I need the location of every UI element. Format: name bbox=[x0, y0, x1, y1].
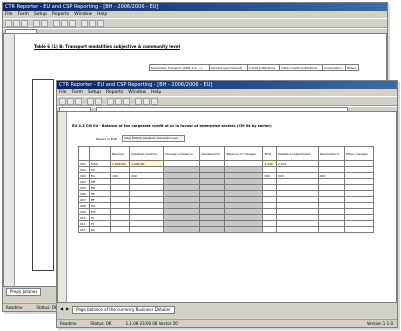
save-icon[interactable] bbox=[75, 97, 82, 105]
col-stat-adj: Statistical adjustment bbox=[275, 146, 319, 161]
col-total: Total bbox=[262, 146, 277, 161]
front-status-date: 1.1.08 23:00 08 Vector 20 bbox=[125, 321, 178, 326]
col-balance-changes: Balance of changes bbox=[224, 146, 264, 161]
copy-icon[interactable] bbox=[61, 19, 68, 27]
col-change: Change in balance bbox=[162, 146, 200, 161]
col-header-2: Carriers (permanent) bbox=[208, 64, 248, 71]
front-window[interactable]: CTR Reporter - EU and CSP Reporting - [B… bbox=[56, 80, 398, 328]
col-header-4: Other credit institutions bbox=[279, 64, 324, 71]
back-menubar: File Form Setup Reports Window Help bbox=[3, 11, 387, 18]
menu-window[interactable]: Window bbox=[74, 11, 92, 18]
new-icon[interactable] bbox=[5, 19, 12, 27]
front-status-mid: Status: OK bbox=[90, 321, 112, 326]
report-table: Balance Adjusted balance Change in balan… bbox=[78, 146, 375, 233]
table-row: 012 EK bbox=[78, 226, 375, 233]
front-status-left: Readme bbox=[60, 321, 77, 326]
back-window-title[interactable]: CTR Reporter - EU and CSP Reporting - [B… bbox=[3, 3, 387, 11]
menu-reports[interactable]: Reports bbox=[106, 89, 123, 96]
back-sheet-title: Table 6 (1) B: Transport modalities subj… bbox=[34, 44, 181, 49]
back-table-header: Secondary transport (CMS 1.4, ...) Carri… bbox=[149, 64, 360, 71]
menu-window[interactable]: Window bbox=[128, 89, 146, 96]
paste-icon[interactable] bbox=[123, 97, 130, 105]
menu-file[interactable]: File bbox=[59, 89, 67, 96]
cut-icon[interactable] bbox=[107, 97, 114, 105]
bold-icon[interactable] bbox=[135, 97, 142, 105]
row-header-column bbox=[4, 34, 15, 286]
front-tabs: ◀ ▶ Page balance of the currency Busines… bbox=[57, 305, 175, 314]
col-header-1: Secondary transport (CMS 1.4, ...) bbox=[149, 64, 210, 71]
save-icon[interactable] bbox=[21, 19, 28, 27]
front-sheet-title: EU 4.3 CM 04 - Balance of the corporate … bbox=[72, 124, 272, 128]
print-icon[interactable] bbox=[33, 19, 40, 27]
copy-icon[interactable] bbox=[115, 97, 122, 105]
front-sheet[interactable]: EU 4.3 CM 04 - Balance of the corporate … bbox=[57, 111, 397, 303]
italic-icon[interactable] bbox=[143, 97, 150, 105]
tab-nav-first-icon[interactable]: ◀ bbox=[60, 305, 63, 313]
row-header-column bbox=[58, 112, 67, 302]
menu-setup[interactable]: Setup bbox=[88, 89, 101, 96]
back-tab[interactable]: Prepo Jutanes bbox=[6, 288, 42, 296]
open-icon[interactable] bbox=[67, 97, 74, 105]
back-tabs: Prepo Jutanes bbox=[3, 287, 42, 296]
menu-help[interactable]: Help bbox=[151, 89, 161, 96]
col-other: Other changes bbox=[343, 146, 375, 161]
italic-icon[interactable] bbox=[89, 19, 96, 27]
front-statusbar: Readme Status: OK 1.1.08 23:00 08 Vector… bbox=[57, 319, 397, 327]
col-header-6: Mixed bbox=[344, 64, 360, 71]
new-icon[interactable] bbox=[59, 97, 66, 105]
front-window-title[interactable]: CTR Reporter - EU and CSP Reporting - [B… bbox=[57, 81, 397, 89]
menu-help[interactable]: Help bbox=[97, 11, 107, 18]
back-status-right: Status: Ok bbox=[36, 305, 58, 310]
preview-icon[interactable] bbox=[41, 19, 48, 27]
menu-file[interactable]: File bbox=[5, 11, 13, 18]
report-dropdown[interactable]: Total EUR(S) bilateral domestic loan bbox=[122, 135, 185, 142]
back-toolbar bbox=[3, 18, 387, 28]
underline-icon[interactable] bbox=[151, 97, 158, 105]
col-adjustments: Adjustments bbox=[198, 146, 226, 161]
underline-icon[interactable] bbox=[97, 19, 104, 27]
col-revaluations: Revaluations bbox=[317, 146, 345, 161]
front-status-right: Version 1.1.0 bbox=[366, 321, 393, 326]
report-label: Report in EUR bbox=[96, 137, 117, 141]
col-adjusted: Adjusted balance bbox=[129, 146, 164, 161]
col-header-3: Credit institutions bbox=[246, 64, 281, 71]
front-tab[interactable]: Page balance of the currency Business De… bbox=[72, 306, 175, 314]
paste-icon[interactable] bbox=[69, 19, 76, 27]
menu-form[interactable]: Form bbox=[18, 11, 29, 18]
tab-nav-next-icon[interactable]: ▶ bbox=[66, 305, 69, 313]
cut-icon[interactable] bbox=[53, 19, 60, 27]
col-header-5: Corporation bbox=[322, 64, 346, 71]
bold-icon[interactable] bbox=[81, 19, 88, 27]
menu-setup[interactable]: Setup bbox=[34, 11, 47, 18]
preview-icon[interactable] bbox=[95, 97, 102, 105]
menu-form[interactable]: Form bbox=[72, 89, 83, 96]
front-toolbar bbox=[57, 96, 397, 106]
back-left-codes bbox=[32, 79, 54, 271]
menu-reports[interactable]: Reports bbox=[52, 11, 69, 18]
col-balance: Balance bbox=[109, 146, 131, 161]
front-menubar: File Form Setup Reports Window Help bbox=[57, 89, 397, 96]
print-icon[interactable] bbox=[87, 97, 94, 105]
open-icon[interactable] bbox=[13, 19, 20, 27]
back-status-left: Readme bbox=[6, 305, 23, 310]
